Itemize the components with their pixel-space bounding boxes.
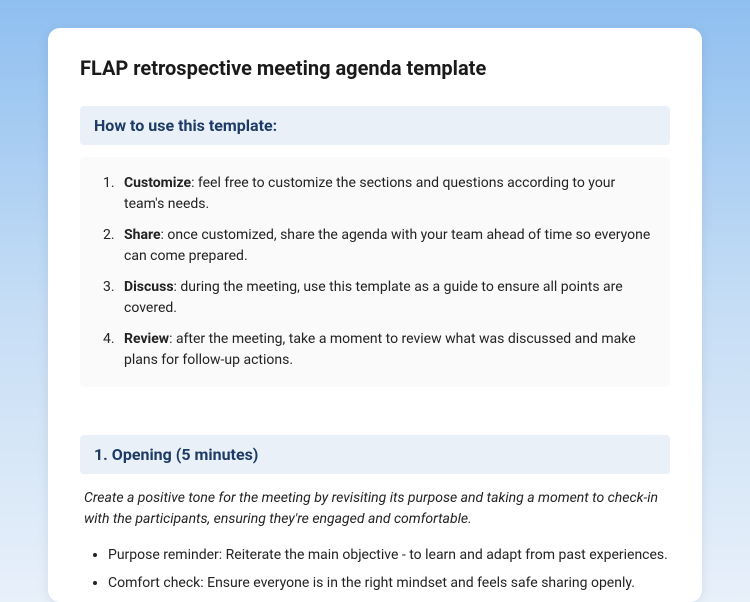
howto-list: Customize: feel free to customize the se…: [98, 173, 652, 371]
howto-item: Review: after the meeting, take a moment…: [118, 329, 652, 371]
howto-item-label: Customize: [124, 175, 191, 191]
section1-bullets: Purpose reminder: Reiterate the main obj…: [80, 544, 670, 595]
howto-item: Share: once customized, share the agenda…: [118, 225, 652, 267]
howto-item: Discuss: during the meeting, use this te…: [118, 277, 652, 319]
howto-item-label: Review: [124, 331, 169, 347]
section1-intro: Create a positive tone for the meeting b…: [84, 488, 666, 530]
document-card: FLAP retrospective meeting agenda templa…: [48, 28, 702, 602]
howto-item-label: Share: [124, 227, 161, 243]
bullet-item: Purpose reminder: Reiterate the main obj…: [108, 544, 670, 566]
howto-item-text: : after the meeting, take a moment to re…: [124, 331, 636, 368]
howto-item-text: : during the meeting, use this template …: [124, 279, 623, 316]
howto-box: Customize: feel free to customize the se…: [80, 157, 670, 387]
section1-header: 1. Opening (5 minutes): [80, 435, 670, 474]
howto-item-text: : feel free to customize the sections an…: [124, 175, 615, 212]
howto-item-text: : once customized, share the agenda with…: [124, 227, 650, 264]
howto-item-label: Discuss: [124, 279, 174, 295]
bullet-item: Comfort check: Ensure everyone is in the…: [108, 572, 670, 594]
howto-header: How to use this template:: [80, 106, 670, 145]
howto-item: Customize: feel free to customize the se…: [118, 173, 652, 215]
page-title: FLAP retrospective meeting agenda templa…: [80, 56, 670, 80]
